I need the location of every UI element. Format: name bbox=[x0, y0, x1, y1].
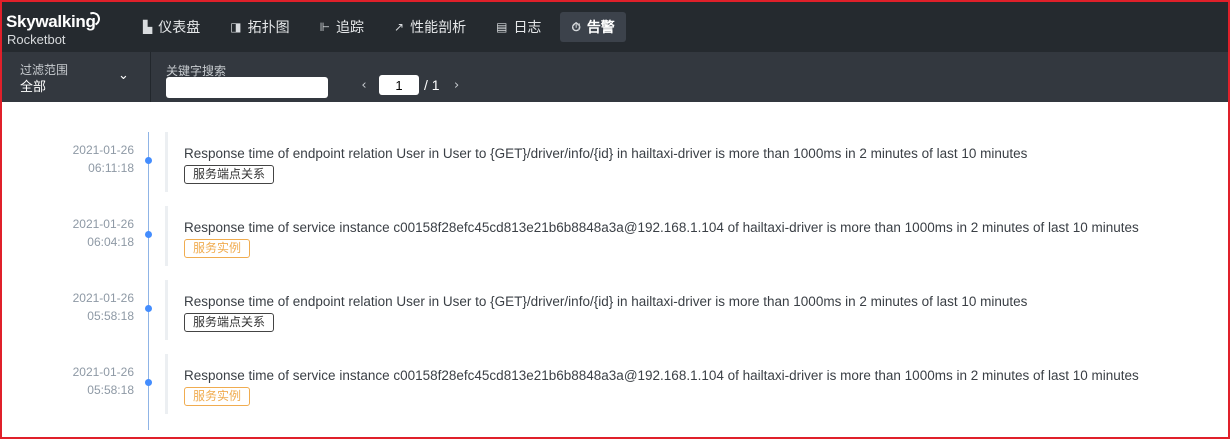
topology-icon: ◨ bbox=[230, 20, 242, 34]
alarm-scope-tag: 服务端点关系 bbox=[184, 165, 275, 184]
chevron-down-icon: ⌄ bbox=[118, 68, 129, 83]
main-nav: ▙ 仪表盘 ◨ 拓扑图 ⊩ 追踪 ↗ 性能剖析 ▤ 日志 ⏱ 告警 bbox=[132, 12, 634, 42]
alarm-item: 2021-01-26 05:58:18 Response time of end… bbox=[2, 280, 1228, 340]
alarm-message: Response time of service instance c00158… bbox=[184, 368, 1139, 383]
timeline-dot bbox=[145, 379, 152, 386]
nav-trace-label: 追踪 bbox=[336, 19, 365, 35]
brand-name: Skywalking bbox=[6, 12, 96, 31]
alarm-scope-tag: 服务实例 bbox=[184, 387, 251, 406]
top-navbar: Skywalking Rocketbot ▙ 仪表盘 ◨ 拓扑图 ⊩ 追踪 ↗ … bbox=[2, 2, 1228, 52]
alarm-card: Response time of endpoint relation User … bbox=[165, 280, 1205, 340]
alarm-time: 06:04:18 bbox=[87, 235, 134, 249]
alarm-scope-tag: 服务实例 bbox=[184, 239, 251, 258]
alarm-scope-tag: 服务端点关系 bbox=[184, 313, 275, 332]
alarm-date: 2021-01-26 bbox=[72, 291, 134, 305]
alarm-time: 05:58:18 bbox=[87, 309, 134, 323]
nav-alarm-label: 告警 bbox=[586, 19, 615, 35]
logo[interactable]: Skywalking Rocketbot bbox=[6, 10, 116, 50]
nav-dashboard[interactable]: ▙ 仪表盘 bbox=[132, 12, 211, 42]
nav-log[interactable]: ▤ 日志 bbox=[485, 12, 552, 42]
alarm-message: Response time of endpoint relation User … bbox=[184, 146, 1028, 161]
log-icon: ▤ bbox=[496, 20, 508, 34]
app-window: Skywalking Rocketbot ▙ 仪表盘 ◨ 拓扑图 ⊩ 追踪 ↗ … bbox=[0, 0, 1230, 439]
next-page-icon[interactable]: › bbox=[450, 78, 464, 93]
alarm-date: 2021-01-26 bbox=[72, 143, 134, 157]
nav-dashboard-label: 仪表盘 bbox=[158, 19, 201, 35]
nav-profile[interactable]: ↗ 性能剖析 bbox=[383, 12, 477, 42]
nav-trace[interactable]: ⊩ 追踪 bbox=[309, 12, 375, 42]
alarm-date: 2021-01-26 bbox=[72, 365, 134, 379]
nav-topology[interactable]: ◨ 拓扑图 bbox=[219, 12, 300, 42]
dashboard-icon: ▙ bbox=[143, 20, 153, 34]
page-total: / 1 bbox=[424, 77, 440, 93]
alarm-item: 2021-01-26 06:11:18 Response time of end… bbox=[2, 132, 1228, 192]
pagination: ‹ / 1 › bbox=[357, 74, 464, 96]
alarm-item: 2021-01-26 05:58:18 Response time of ser… bbox=[2, 354, 1228, 414]
prev-page-icon[interactable]: ‹ bbox=[357, 78, 371, 93]
alarm-time: 05:58:18 bbox=[87, 383, 134, 397]
alarm-card: Response time of service instance c00158… bbox=[165, 354, 1205, 414]
scope-dropdown[interactable]: 过滤范围 全部 ⌄ bbox=[2, 52, 151, 102]
alarm-time: 06:11:18 bbox=[88, 161, 134, 175]
keyword-search-input[interactable] bbox=[166, 77, 328, 98]
timeline-dot bbox=[145, 231, 152, 238]
alarm-date: 2021-01-26 bbox=[72, 217, 134, 231]
alarm-card: Response time of service instance c00158… bbox=[165, 206, 1205, 266]
timeline-dot bbox=[145, 157, 152, 164]
page-number-input[interactable] bbox=[379, 75, 419, 95]
scope-value: 全部 bbox=[20, 79, 47, 94]
nav-profile-label: 性能剖析 bbox=[410, 19, 467, 35]
nav-log-label: 日志 bbox=[513, 19, 542, 35]
alarm-message: Response time of service instance c00158… bbox=[184, 220, 1139, 235]
timeline-dot bbox=[145, 305, 152, 312]
nav-topology-label: 拓扑图 bbox=[247, 19, 290, 35]
alarm-message: Response time of endpoint relation User … bbox=[184, 294, 1028, 309]
nav-alarm[interactable]: ⏱ 告警 bbox=[560, 12, 626, 42]
filter-bar: 过滤范围 全部 ⌄ 关键字搜索 ‹ / 1 › bbox=[2, 52, 1228, 102]
alarm-card: Response time of endpoint relation User … bbox=[165, 132, 1205, 192]
trace-icon: ⊩ bbox=[319, 20, 331, 34]
brand-subtitle: Rocketbot bbox=[7, 32, 66, 47]
profile-icon: ↗ bbox=[394, 20, 405, 34]
alarm-item: 2021-01-26 06:04:18 Response time of ser… bbox=[2, 206, 1228, 266]
alarm-icon: ⏱ bbox=[571, 19, 581, 34]
